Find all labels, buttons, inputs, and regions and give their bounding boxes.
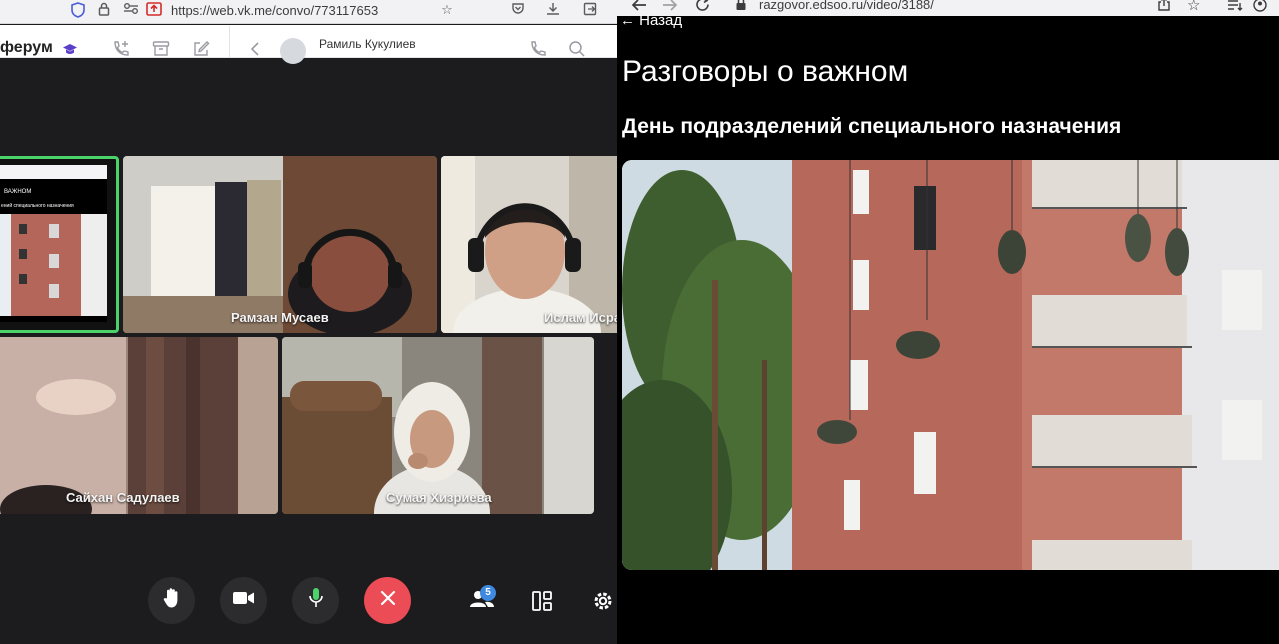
downloads-icon[interactable] <box>545 2 561 18</box>
lock-icon[interactable] <box>96 2 112 18</box>
shared-screen-subtitle: ений специального назначения <box>1 203 74 209</box>
camera-toggle-button[interactable] <box>220 577 267 624</box>
shield-icon[interactable] <box>70 2 86 18</box>
participant-video <box>123 156 437 333</box>
browser-address-bar[interactable]: https://web.vk.me/convo/773117653 ☆ <box>0 0 617 24</box>
phone-icon[interactable] <box>528 40 548 60</box>
participants-count-badge: 5 <box>480 585 496 601</box>
video-subtitle: День подразделений специального назначен… <box>622 115 1122 138</box>
address-url[interactable]: razgovor.edsoo.ru/video/3188/ <box>759 0 934 12</box>
site-info-icon[interactable] <box>735 0 747 16</box>
gear-icon[interactable] <box>592 590 614 617</box>
browser-address-bar[interactable]: razgovor.edsoo.ru/video/3188/ ☆ <box>617 0 1279 16</box>
participant-tile[interactable]: Сумая Хизриева <box>282 337 594 514</box>
profile-icon[interactable] <box>1253 0 1267 17</box>
graduation-cap-icon <box>63 42 77 54</box>
pocket-icon[interactable] <box>510 2 526 18</box>
participant-name: Рамзан Мусаев <box>231 310 329 325</box>
end-call-button[interactable] <box>364 577 411 624</box>
participant-name: Сайхан Садулаев <box>66 490 180 505</box>
reading-list-icon[interactable] <box>1227 0 1243 16</box>
participant-tile[interactable]: Сайхан Садулаев <box>0 337 278 514</box>
new-call-icon[interactable] <box>111 40 131 60</box>
bookmark-star-icon[interactable]: ☆ <box>1187 0 1200 14</box>
participant-name: Ислам Исра <box>544 310 617 325</box>
hand-icon <box>162 587 182 614</box>
page-title: Разговоры о важном <box>622 55 909 88</box>
close-icon <box>379 589 397 612</box>
video-frame <box>622 160 1279 570</box>
vk-call-window: https://web.vk.me/convo/773117653 ☆ феру… <box>0 0 617 644</box>
back-chevron-icon[interactable] <box>245 40 265 60</box>
raise-hand-button[interactable] <box>148 577 195 624</box>
compose-icon[interactable] <box>191 40 211 60</box>
participant-video <box>0 337 278 514</box>
avatar[interactable] <box>280 38 306 64</box>
archive-icon[interactable] <box>151 40 171 60</box>
app-title: ферум <box>0 39 53 56</box>
search-icon[interactable] <box>567 40 587 60</box>
video-player[interactable] <box>622 160 1279 570</box>
chat-header: ферум <box>0 25 617 58</box>
shared-screen-tile[interactable]: ВАЖНОМ ений специального назначения <box>0 156 119 333</box>
shared-screen-title: ВАЖНОМ <box>4 189 32 195</box>
shared-screen-video-thumb <box>0 214 107 316</box>
screen-share-indicator-icon[interactable] <box>146 2 162 18</box>
bookmark-star-icon[interactable]: ☆ <box>439 2 455 18</box>
address-url[interactable]: https://web.vk.me/convo/773117653 <box>171 3 378 18</box>
edsoo-video-window: razgovor.edsoo.ru/video/3188/ ☆ ← Назад … <box>617 0 1279 644</box>
layout-grid-icon[interactable] <box>532 591 552 616</box>
contact-name[interactable]: Рамиль Кукулиев <box>319 37 416 51</box>
camera-icon <box>232 591 255 610</box>
shared-screen-content: ВАЖНОМ ений специального назначения <box>0 179 107 322</box>
permissions-icon[interactable] <box>123 2 139 18</box>
participant-name: Сумая Хизриева <box>386 490 492 505</box>
back-link[interactable]: ← Назад <box>620 12 682 29</box>
reload-icon[interactable] <box>695 0 710 17</box>
participant-video <box>441 156 617 333</box>
participant-tile[interactable]: Ислам Исра <box>441 156 617 333</box>
participant-video <box>282 337 594 514</box>
microphone-icon <box>308 587 324 614</box>
share-icon[interactable] <box>1157 0 1171 16</box>
participant-tile[interactable]: Рамзан Мусаев <box>123 156 437 333</box>
header-divider <box>229 26 230 58</box>
extensions-icon[interactable] <box>582 2 598 18</box>
microphone-toggle-button[interactable] <box>292 577 339 624</box>
shared-screen-browserbar <box>0 165 107 179</box>
